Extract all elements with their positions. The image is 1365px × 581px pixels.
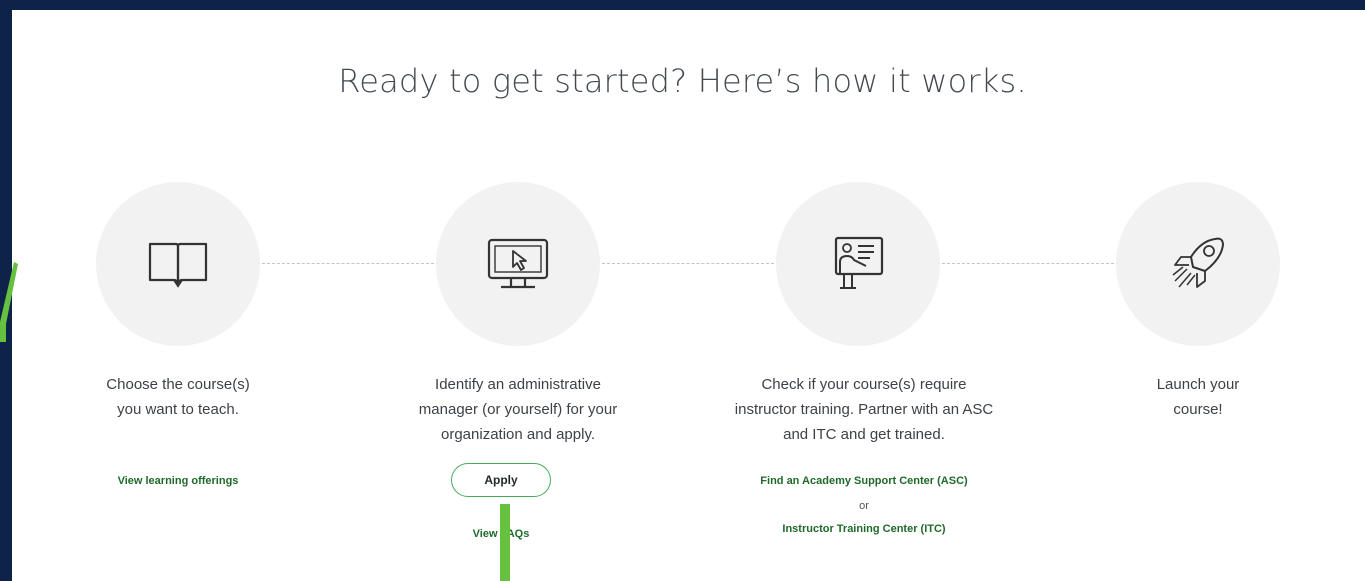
step-1-circle [96,182,260,346]
connector-line-2 [602,263,774,264]
find-itc-link[interactable]: Instructor Training Center (ITC) [686,523,1042,535]
or-separator: or [859,500,869,512]
step-2-line-3: organization and apply. [441,426,595,443]
step-1-description: Choose the course(s) you want to teach. [56,372,300,422]
connector-line-1 [262,263,434,264]
step-4-circle [1116,182,1280,346]
step-4-description: Launch your course! [1098,372,1298,422]
page-heading: Ready to get started? Here’s how it work… [338,62,1027,100]
annotation-arrow-bar [500,504,510,581]
step-3-description: Check if your course(s) require instruct… [686,372,1042,447]
view-learning-offerings-link[interactable]: View learning offerings [56,475,300,487]
step-1-line-1: Choose the course(s) [106,376,250,393]
step-2-description: Identify an administrative manager (or y… [376,372,660,447]
apply-button[interactable]: Apply [451,463,551,497]
rocket-icon [1172,237,1224,288]
annotation-arrow-left-icon [0,262,18,342]
step-3-line-2: instructor training. Partner with an ASC [734,401,994,418]
step-3-line-1: Check if your course(s) require [761,376,967,393]
step-2-line-1: Identify an administrative [435,376,601,393]
step-1-line-2: you want to teach. [117,401,239,418]
open-book-icon [148,242,208,288]
step-2-circle [436,182,600,346]
find-asc-link[interactable]: Find an Academy Support Center (ASC) [686,475,1042,487]
connector-line-3 [942,263,1114,264]
monitor-cursor-icon [487,238,549,289]
step-4-line-1: Launch your [1156,376,1240,393]
step-4-line-2: course! [1173,401,1223,418]
instructor-board-icon [834,236,884,289]
step-2-line-2: manager (or yourself) for your [418,401,618,418]
step-3-circle [776,182,940,346]
step-3-line-3: and ITC and get trained. [783,426,945,443]
